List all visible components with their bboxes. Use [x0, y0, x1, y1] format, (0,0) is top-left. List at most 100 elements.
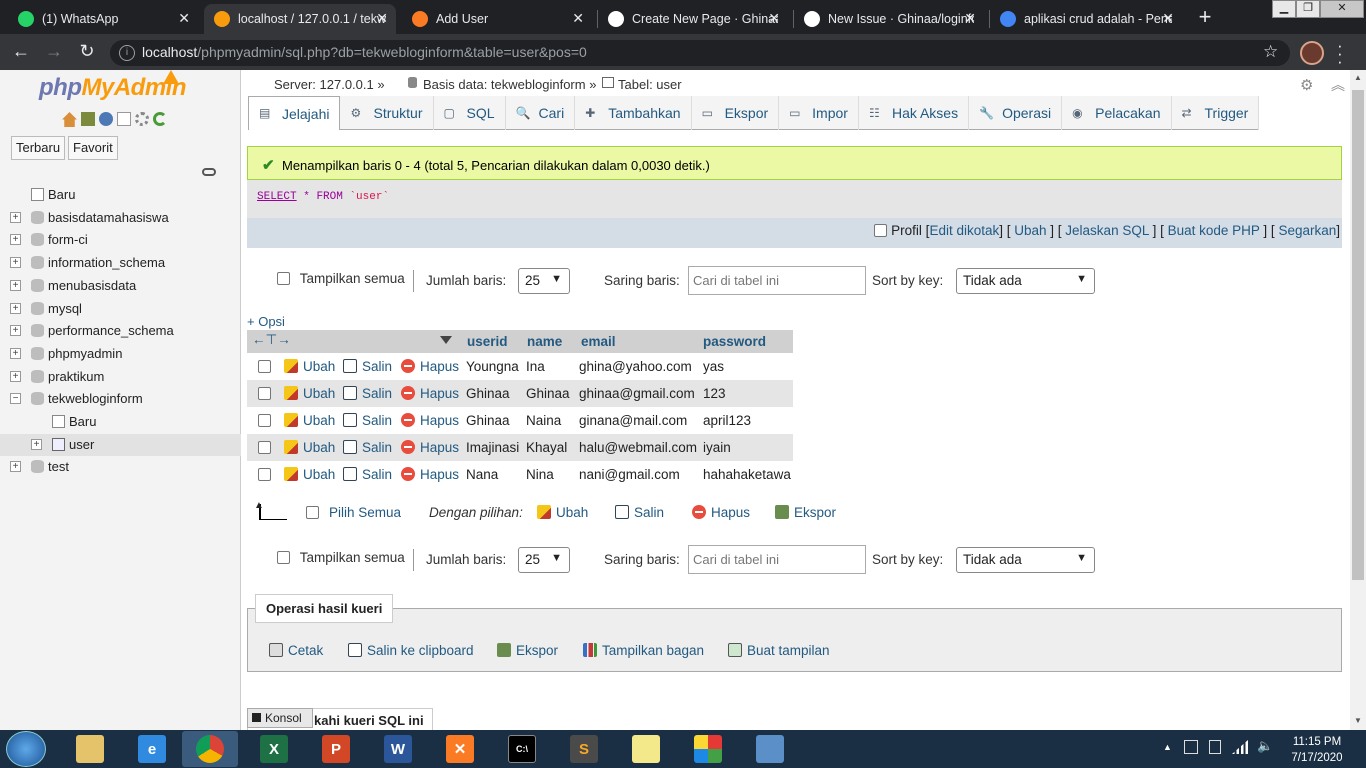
close-window-button[interactable]: ✕ [1320, 0, 1364, 18]
cell-userid[interactable]: Nana [466, 467, 498, 482]
taskbar-explorer[interactable] [62, 731, 118, 767]
taskbar-cmd[interactable]: C:\ [494, 731, 550, 767]
expand-icon[interactable]: + [10, 347, 21, 359]
expand-icon[interactable]: + [10, 211, 21, 223]
bulk-copy-button[interactable]: Salin [615, 505, 664, 520]
link-icon[interactable] [202, 168, 216, 176]
display-chart-button[interactable]: Tampilkan bagan [583, 643, 704, 658]
bulk-edit-button[interactable]: Ubah [537, 505, 588, 520]
help-icon[interactable] [99, 112, 113, 126]
cell-name[interactable]: Nina [526, 467, 554, 482]
start-button[interactable] [6, 731, 46, 767]
database-tree-item[interactable]: + form-ci [0, 229, 241, 251]
sort-dropdown-icon[interactable] [440, 336, 452, 344]
settings-icon[interactable] [135, 112, 149, 126]
options-link[interactable]: + Opsi [247, 314, 285, 329]
scroll-down-icon[interactable]: ▼ [1354, 716, 1362, 725]
phpmyadmin-logo[interactable]: phpMyAdmin [39, 70, 186, 102]
row-checkbox[interactable] [258, 468, 271, 481]
create-php-code-link[interactable]: Buat kode PHP [1168, 223, 1260, 238]
cell-userid[interactable]: Ghinaa [466, 413, 510, 428]
row-checkbox[interactable] [258, 387, 271, 400]
tab-trigger[interactable]: ⇄ Trigger [1172, 96, 1260, 130]
expand-icon[interactable]: + [10, 279, 21, 291]
cell-email[interactable]: halu@webmail.com [579, 440, 697, 455]
copy-row-button[interactable]: Salin [343, 413, 392, 428]
browser-tab[interactable]: New Issue · Ghinaa/loginform✕ [794, 4, 984, 34]
table-tree-item[interactable]: + user [0, 433, 241, 456]
tab-ekspor[interactable]: ▭ Ekspor [692, 96, 780, 130]
console-button[interactable]: Konsol [247, 708, 313, 728]
expand-icon[interactable]: + [10, 370, 21, 382]
cell-name[interactable]: Ina [526, 359, 545, 374]
column-header-password[interactable]: password [703, 334, 766, 349]
taskbar-photos[interactable] [742, 731, 798, 767]
expand-icon[interactable]: + [10, 257, 21, 269]
browser-tab[interactable]: Add User ✕ [402, 4, 592, 34]
copy-row-button[interactable]: Salin [343, 467, 392, 482]
copy-row-button[interactable]: Salin [343, 386, 392, 401]
show-all-checkbox-bottom[interactable] [277, 551, 290, 564]
favorite-tab-button[interactable]: Favorit [68, 136, 118, 160]
logout-icon[interactable] [81, 112, 95, 126]
forward-icon[interactable]: → [43, 41, 65, 63]
expand-icon[interactable]: + [10, 325, 21, 337]
database-tree-item[interactable]: − tekwebloginform [0, 388, 241, 410]
export-button[interactable]: Ekspor [497, 643, 558, 658]
close-tab-icon[interactable]: ✕ [1162, 10, 1174, 27]
delete-row-button[interactable]: Hapus [401, 359, 459, 374]
edit-row-button[interactable]: Ubah [284, 467, 335, 482]
column-resize-icon[interactable]: ←⊤→ [252, 332, 291, 348]
breadcrumb-table[interactable]: Tabel: user [618, 77, 682, 92]
cell-email[interactable]: ghina@yahoo.com [579, 359, 692, 374]
taskbar-excel[interactable]: X [246, 731, 302, 767]
edit-inline-link[interactable]: Edit dikotak [929, 223, 999, 238]
edit-link[interactable]: Ubah [1014, 223, 1046, 238]
cell-name[interactable]: Naina [526, 413, 561, 428]
cell-userid[interactable]: Imajinasi [466, 440, 519, 455]
database-tree-item[interactable]: + praktikum [0, 366, 241, 388]
tab-hak-akses[interactable]: ☷ Hak Akses [859, 96, 970, 130]
cell-userid[interactable]: Ghinaa [466, 386, 510, 401]
tab-pelacakan[interactable]: ◉ Pelacakan [1062, 96, 1172, 130]
column-header-userid[interactable]: userid [467, 334, 508, 349]
cell-email[interactable]: nani@gmail.com [579, 467, 680, 482]
cell-password[interactable]: april123 [703, 413, 751, 428]
taskbar-xampp[interactable]: ✕ [432, 731, 488, 767]
browser-menu-icon[interactable]: · · · [1337, 37, 1343, 70]
expand-icon[interactable]: + [10, 234, 21, 246]
delete-row-button[interactable]: Hapus [401, 386, 459, 401]
database-tree-item[interactable]: + information_schema [0, 252, 241, 274]
expand-icon[interactable]: + [10, 302, 21, 314]
collapse-top-icon[interactable]: ︽ [1331, 75, 1345, 95]
cell-userid[interactable]: Youngna [466, 359, 519, 374]
recent-tab-button[interactable]: Terbaru [11, 136, 66, 160]
taskbar-word[interactable]: W [370, 731, 426, 767]
database-tree-item[interactable]: + menubasisdata [0, 275, 241, 297]
breadcrumb-database[interactable]: Basis data: tekwebloginform » [423, 77, 596, 92]
browser-tab[interactable]: Create New Page · Ghinaa/loginform✕ [598, 4, 788, 34]
expand-icon[interactable]: + [10, 461, 21, 473]
volume-icon[interactable]: 🔈 [1257, 738, 1273, 754]
copy-clipboard-button[interactable]: Salin ke clipboard [348, 643, 474, 658]
edit-row-button[interactable]: Ubah [284, 440, 335, 455]
close-tab-icon[interactable]: ✕ [178, 10, 190, 27]
taskbar-ie[interactable]: e [124, 731, 180, 767]
browser-tab[interactable]: localhost / 127.0.0.1 / tekwebloginform … [204, 4, 396, 34]
cell-email[interactable]: ginana@mail.com [579, 413, 687, 428]
delete-row-button[interactable]: Hapus [401, 440, 459, 455]
back-icon[interactable]: ← [10, 41, 32, 63]
refresh-icon[interactable] [153, 112, 167, 126]
tab-tambahkan[interactable]: ✚ Tambahkan [575, 96, 692, 130]
home-icon[interactable] [62, 112, 77, 127]
cell-name[interactable]: Khayal [526, 440, 567, 455]
usb-icon[interactable] [1209, 740, 1221, 754]
show-all-checkbox[interactable] [277, 272, 290, 285]
explain-sql-link[interactable]: Jelaskan SQL [1065, 223, 1149, 238]
new-item[interactable]: Baru [0, 411, 241, 433]
new-item[interactable]: Baru [0, 184, 241, 206]
filter-input-bottom[interactable]: Cari di tabel ini [688, 545, 866, 574]
profile-avatar[interactable] [1300, 41, 1324, 65]
cell-password[interactable]: hahahaketawa [703, 467, 791, 482]
tab-sql[interactable]: ▢ SQL [434, 96, 506, 130]
